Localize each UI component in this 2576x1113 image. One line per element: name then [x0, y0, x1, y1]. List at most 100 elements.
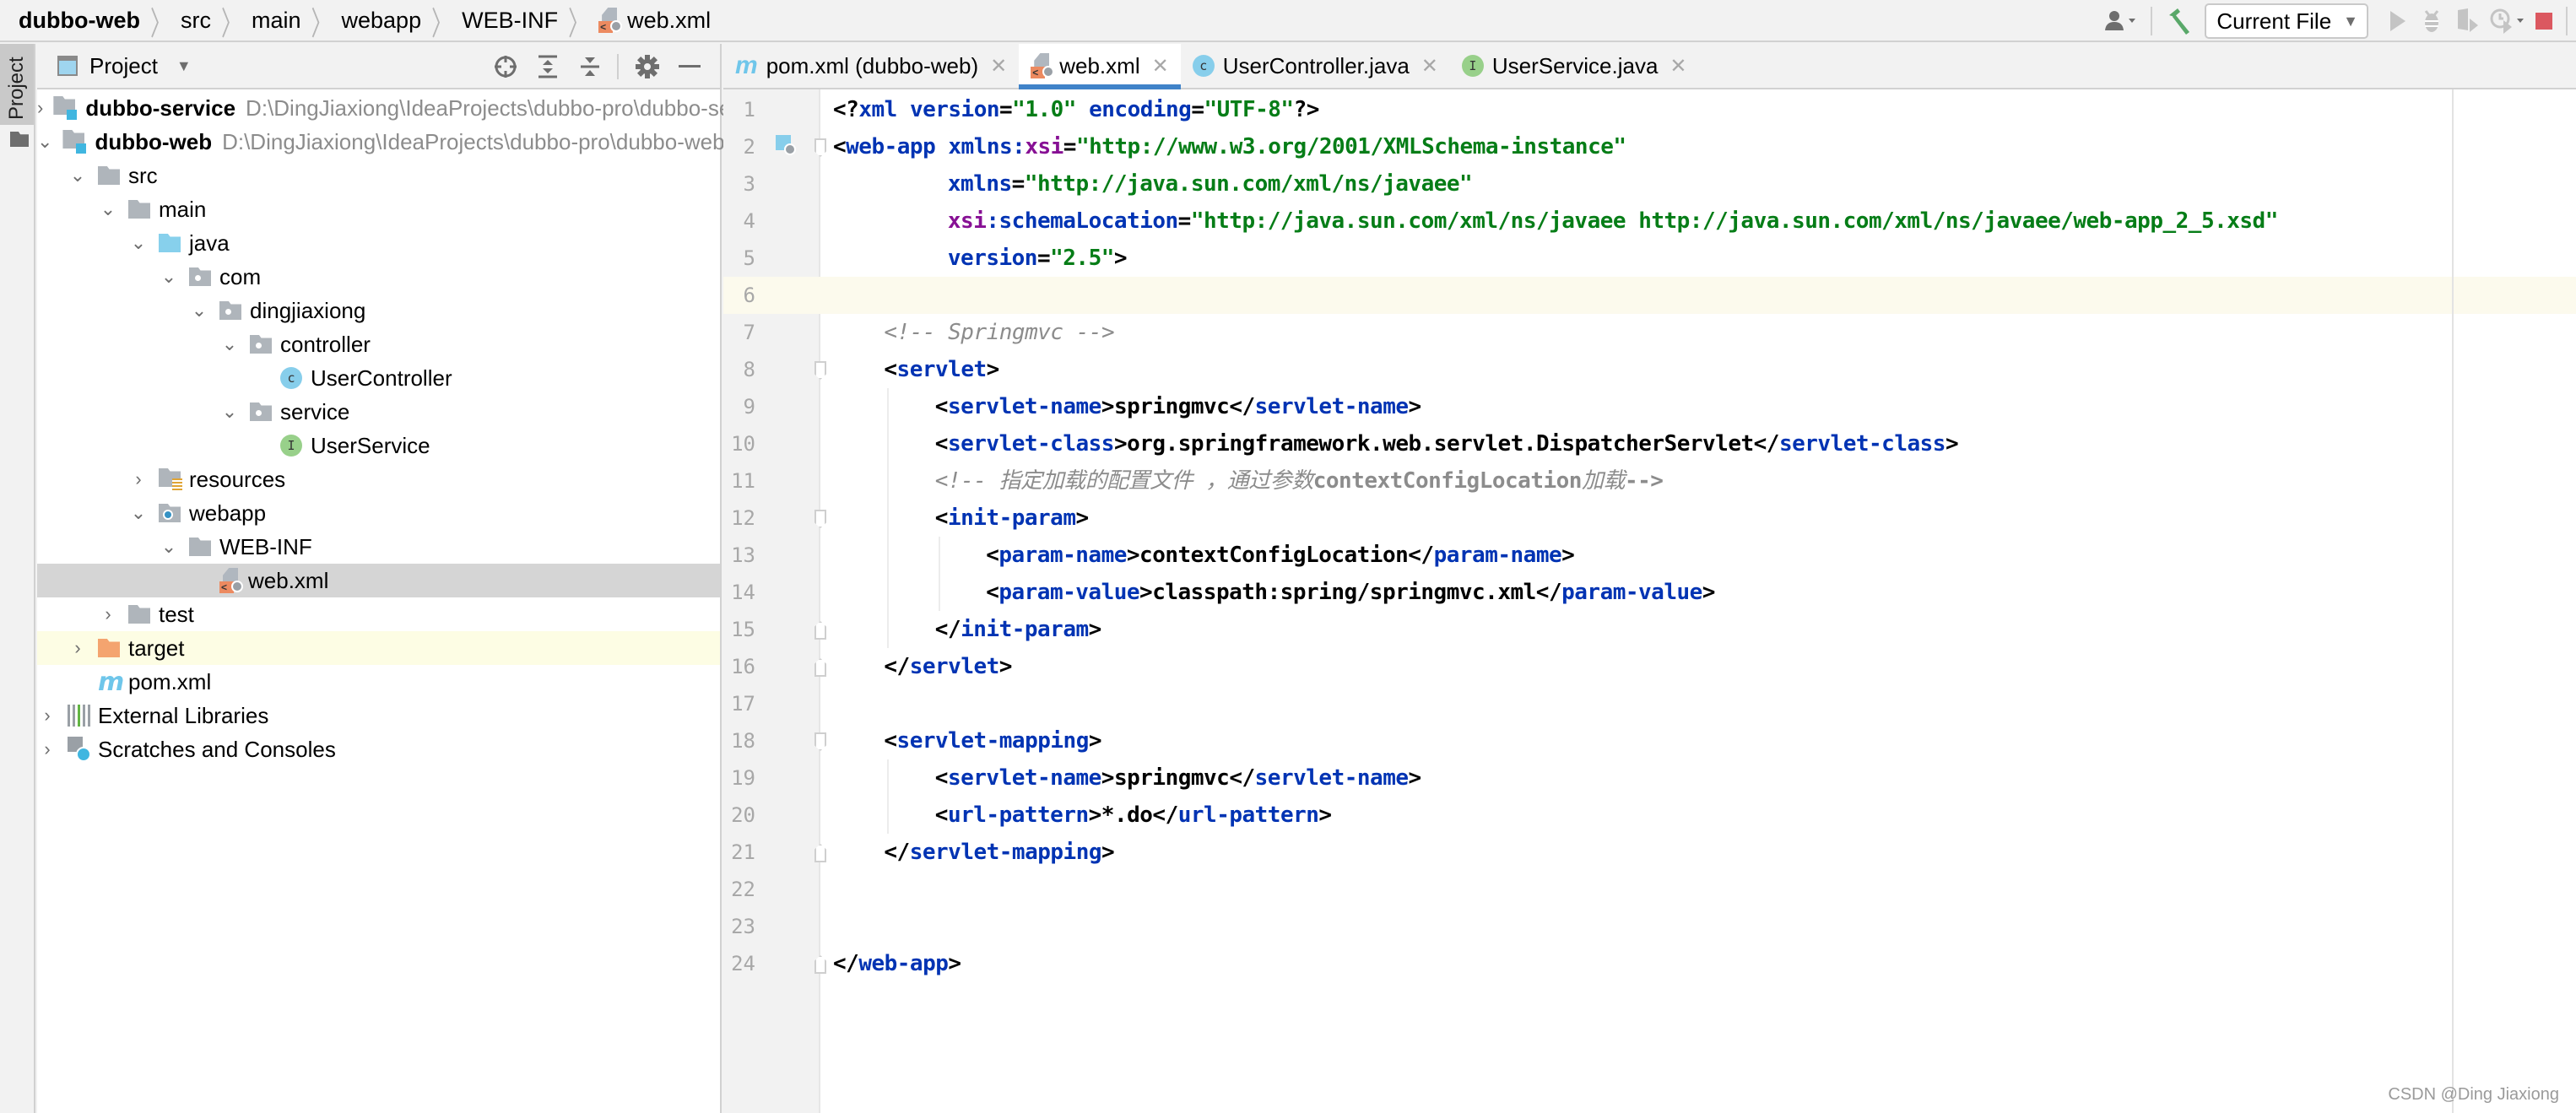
close-icon[interactable]: ✕	[1421, 54, 1438, 78]
profile-icon[interactable]	[2490, 4, 2525, 38]
chevron-down-icon[interactable]: ⌄	[68, 165, 88, 186]
hide-panel-icon[interactable]	[673, 50, 706, 84]
tab-usercontroller-java[interactable]: c UserController.java ✕	[1181, 44, 1450, 88]
breadcrumb-item-main[interactable]: main	[252, 8, 301, 34]
expand-all-icon[interactable]	[531, 50, 565, 84]
chevron-down-icon[interactable]: ⌄	[37, 131, 52, 153]
code-line[interactable]: 19 <servlet-name>springmvc</servlet-name>	[723, 759, 2576, 797]
close-icon[interactable]: ✕	[990, 54, 1007, 78]
code-line[interactable]: 3 xmlns="http://java.sun.com/xml/ns/javae…	[723, 165, 2576, 203]
close-icon[interactable]: ✕	[1670, 54, 1686, 78]
chevron-right-icon[interactable]: ›	[68, 637, 88, 659]
fold-end-icon[interactable]	[814, 621, 826, 640]
code-line[interactable]: 14 <param-value>classpath:spring/springmv…	[723, 574, 2576, 611]
code-line[interactable]: 22	[723, 871, 2576, 908]
tree-item-src[interactable]: ⌄ src	[37, 159, 720, 192]
breadcrumb-item-webapp[interactable]: webapp	[342, 8, 422, 34]
code-line[interactable]: 7 <!-- Springmvc -->	[723, 314, 2576, 351]
breadcrumb-item-file[interactable]: < web.xml	[598, 8, 711, 34]
tree-item-scratches[interactable]: › Scratches and Consoles	[37, 732, 720, 766]
debug-icon[interactable]	[2419, 4, 2444, 38]
tree-item-usercontroller[interactable]: › c UserController	[37, 361, 720, 395]
code-line[interactable]: 18 <servlet-mapping>	[723, 722, 2576, 759]
tree-item-web-inf[interactable]: ⌄ WEB-INF	[37, 530, 720, 564]
code-line[interactable]: 17	[723, 685, 2576, 722]
chevron-right-icon[interactable]: ›	[37, 97, 43, 119]
code-line[interactable]: 16 </servlet>	[723, 648, 2576, 685]
fold-end-icon[interactable]	[814, 844, 826, 862]
chevron-right-icon[interactable]: ›	[37, 705, 57, 727]
tree-item-pom-xml[interactable]: › m pom.xml	[37, 665, 720, 699]
stop-icon[interactable]	[2535, 4, 2552, 38]
tree-item-dingjiaxiong[interactable]: ⌄ dingjiaxiong	[37, 294, 720, 327]
tree-item-resources[interactable]: › resources	[37, 462, 720, 496]
tree-item-main[interactable]: ⌄ main	[37, 192, 720, 226]
code-line[interactable]: 24 </web-app>	[723, 945, 2576, 982]
user-vcs-icon[interactable]	[2103, 4, 2137, 38]
code-line[interactable]: 12 <init-param>	[723, 500, 2576, 537]
xml-schema-gutter-icon[interactable]	[776, 135, 798, 157]
code-line[interactable]: 4 xsi:schemaLocation="http://java.sun.com…	[723, 203, 2576, 240]
tree-item-controller[interactable]: ⌄ controller	[37, 327, 720, 361]
fold-collapse-icon[interactable]	[814, 732, 826, 751]
tree-item-service[interactable]: ⌄ service	[37, 395, 720, 429]
code-line[interactable]: 15 </init-param>	[723, 611, 2576, 648]
breadcrumb-item-module[interactable]: dubbo-web	[19, 8, 140, 34]
code-line[interactable]: 6	[723, 277, 2576, 314]
chevron-down-icon[interactable]: ⌄	[189, 300, 209, 321]
project-tool-button[interactable]: Project	[0, 44, 34, 147]
chevron-right-icon[interactable]: ›	[37, 738, 57, 760]
code-line[interactable]: 10 <servlet-class>org.springframework.web…	[723, 425, 2576, 462]
tree-item-webapp[interactable]: ⌄ webapp	[37, 496, 720, 530]
chevron-down-icon[interactable]: ▼	[176, 57, 192, 75]
code-line[interactable]: 8 <servlet>	[723, 351, 2576, 388]
code-line[interactable]: 11 <!-- 指定加载的配置文件 ，通过参数contextConfigLocat…	[723, 462, 2576, 500]
code-line[interactable]: 21 </servlet-mapping>	[723, 834, 2576, 871]
project-view-title[interactable]: Project	[89, 53, 158, 79]
tab-userservice-java[interactable]: I UserService.java ✕	[1450, 44, 1699, 88]
fold-collapse-icon[interactable]	[814, 361, 826, 380]
chevron-down-icon[interactable]: ⌄	[219, 401, 240, 423]
tab-web-xml[interactable]: < web.xml ✕	[1019, 44, 1182, 89]
tree-item-external-libraries[interactable]: › External Libraries	[37, 699, 720, 732]
code-line[interactable]: 13 <param-name>contextConfigLocation</par…	[723, 537, 2576, 574]
chevron-down-icon[interactable]: ⌄	[159, 266, 179, 288]
coverage-icon[interactable]	[2454, 4, 2480, 38]
chevron-down-icon[interactable]: ⌄	[159, 536, 179, 558]
chevron-down-icon[interactable]: ⌄	[219, 333, 240, 355]
chevron-down-icon[interactable]: ⌄	[128, 232, 149, 254]
code-line[interactable]: 9 <servlet-name>springmvc</servlet-name>	[723, 388, 2576, 425]
fold-collapse-icon[interactable]	[814, 510, 826, 528]
tree-item-target[interactable]: › target	[37, 631, 720, 665]
tree-item-dubbo-web[interactable]: ⌄ dubbo-web D:\DingJiaxiong\IdeaProjects…	[37, 125, 725, 159]
code-line[interactable]: 20 <url-pattern>*.do</url-pattern>	[723, 797, 2576, 834]
tree-item-userservice[interactable]: › I UserService	[37, 429, 720, 462]
run-configuration-select[interactable]: Current File ▼	[2205, 3, 2368, 39]
code-line[interactable]: 2 <web-app xmlns:xsi="http://www.w3.org/2…	[723, 128, 2576, 165]
collapse-all-icon[interactable]	[573, 50, 607, 84]
gear-icon[interactable]	[630, 50, 664, 84]
tree-item-dubbo-service[interactable]: › dubbo-service D:\DingJiaxiong\IdeaProj…	[37, 91, 777, 125]
locate-file-icon[interactable]	[489, 50, 522, 84]
tab-pom-xml[interactable]: m pom.xml (dubbo-web) ✕	[723, 44, 1019, 88]
code-line[interactable]: 23	[723, 908, 2576, 945]
breadcrumb-item-src[interactable]: src	[181, 8, 211, 34]
fold-collapse-icon[interactable]	[814, 138, 826, 157]
build-hammer-icon[interactable]	[2166, 4, 2194, 38]
fold-end-icon[interactable]	[814, 658, 826, 677]
run-icon[interactable]	[2385, 4, 2409, 38]
code-line[interactable]: 1 <?xml version="1.0" encoding="UTF-8"?>	[723, 91, 2576, 128]
code-area[interactable]: 1 <?xml version="1.0" encoding="UTF-8"?> 2…	[723, 89, 2576, 1113]
fold-end-icon[interactable]	[814, 955, 826, 974]
tree-item-com[interactable]: ⌄ com	[37, 260, 720, 294]
close-icon[interactable]: ✕	[1152, 54, 1169, 78]
breadcrumb-item-web-inf[interactable]: WEB-INF	[462, 8, 558, 34]
chevron-right-icon[interactable]: ›	[128, 468, 149, 490]
chevron-down-icon[interactable]: ⌄	[98, 198, 118, 220]
code-line[interactable]: 5 version="2.5">	[723, 240, 2576, 277]
tree-item-java[interactable]: ⌄ java	[37, 226, 720, 260]
chevron-right-icon[interactable]: ›	[98, 603, 118, 625]
tree-item-web-xml[interactable]: › < web.xml	[37, 564, 720, 597]
chevron-down-icon[interactable]: ⌄	[128, 502, 149, 524]
tree-item-test[interactable]: › test	[37, 597, 720, 631]
